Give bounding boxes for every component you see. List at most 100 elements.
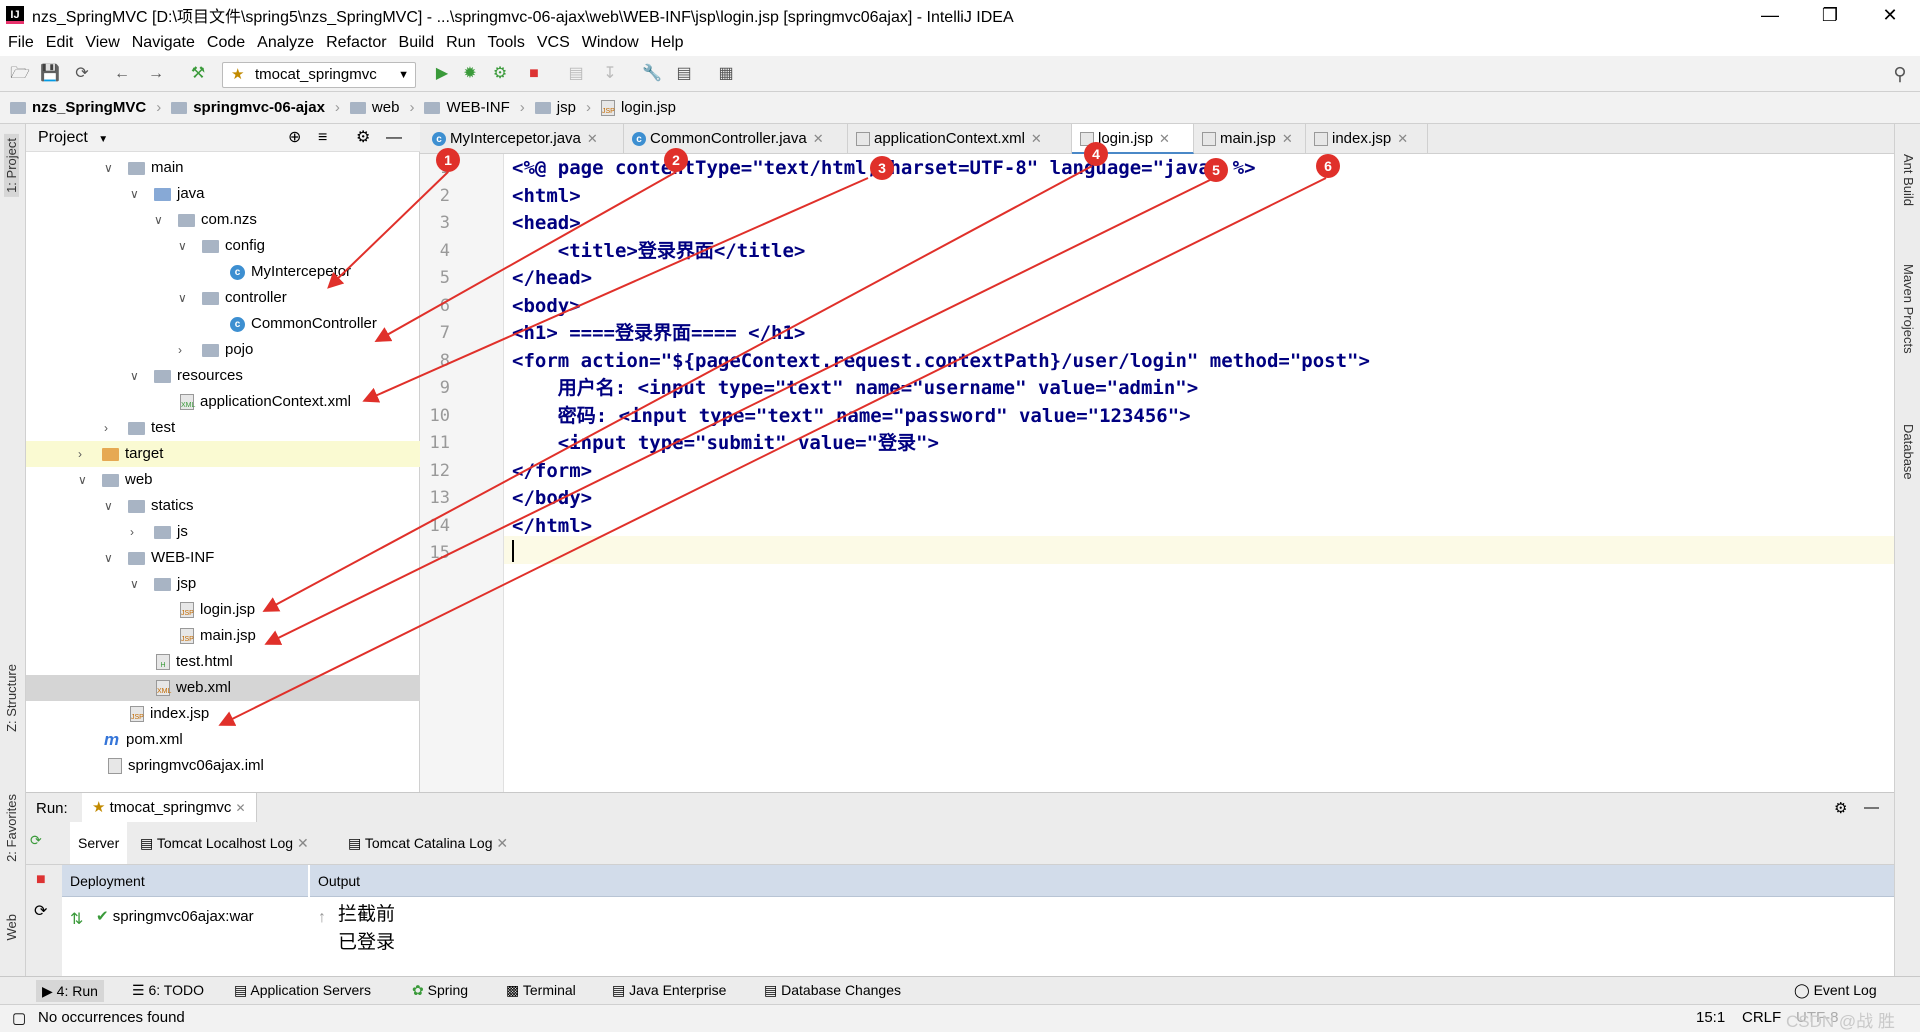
chevron-down-icon[interactable]: ▼ [98, 134, 108, 145]
back-icon[interactable]: ← [112, 64, 132, 84]
crumb-webinf[interactable]: WEB-INF › [424, 99, 525, 116]
chevron-right-icon[interactable]: › [78, 441, 92, 467]
tree-item-statics[interactable]: ∨ statics [104, 493, 194, 519]
menu-view[interactable]: View [85, 34, 119, 52]
chevron-down-icon[interactable]: ∨ [130, 571, 144, 597]
chevron-down-icon[interactable]: ∨ [130, 181, 144, 207]
chevron-down-icon[interactable]: ∨ [78, 467, 92, 493]
run-config-select[interactable]: ★ tmocat_springmvc ▼ [222, 62, 416, 88]
tool-tab-favorites[interactable]: 2: Favorites [4, 794, 19, 862]
sdk-icon[interactable]: ▦ [716, 64, 736, 84]
close-tab-icon[interactable]: ✕ [496, 835, 508, 851]
tab-index-jsp[interactable]: index.jsp ✕ [1306, 124, 1428, 154]
deployment-item[interactable]: ✔ springmvc06ajax:war [96, 907, 254, 925]
chevron-right-icon[interactable]: › [104, 415, 118, 441]
crumb-module[interactable]: springmvc-06-ajax › [171, 99, 340, 116]
cursor-position[interactable]: 15:1 [1696, 1009, 1725, 1026]
tree-item-applicationcontext[interactable]: XML applicationContext.xml [180, 389, 351, 415]
chevron-down-icon[interactable]: ∨ [178, 285, 192, 311]
tree-item-web-xml[interactable]: XML web.xml [26, 675, 420, 701]
close-tab-icon[interactable]: ✕ [297, 835, 309, 851]
chevron-right-icon[interactable]: › [130, 519, 144, 545]
tree-item-target[interactable]: › target [26, 441, 420, 467]
stop-icon[interactable]: ■ [524, 64, 544, 84]
line-separator[interactable]: CRLF [1742, 1009, 1781, 1026]
crumb-web[interactable]: web › [349, 99, 414, 116]
tree-item-com-nzs[interactable]: ∨ com.nzs [154, 207, 257, 233]
tool-tab-java-enterprise[interactable]: ▤ Java Enterprise [612, 982, 726, 999]
close-tab-icon[interactable]: ✕ [1282, 131, 1293, 146]
run-icon[interactable]: ▶ [432, 64, 452, 84]
tool-tab-app-servers[interactable]: ▤ Application Servers [234, 982, 371, 999]
menu-analyze[interactable]: Analyze [257, 34, 314, 52]
tree-item-pom[interactable]: m pom.xml [104, 727, 183, 753]
stop-icon[interactable]: ■ [36, 871, 46, 889]
collapse-all-icon[interactable]: ≡ [318, 124, 327, 152]
tree-item-jsp[interactable]: ∨ jsp [130, 571, 196, 597]
chevron-down-icon[interactable]: ∨ [154, 207, 168, 233]
forward-icon[interactable]: → [146, 64, 166, 84]
tree-item-index-jsp[interactable]: JSP index.jsp [130, 701, 209, 727]
close-tab-icon[interactable]: ✕ [587, 131, 598, 146]
scroll-up-icon[interactable]: ↑ [318, 909, 326, 927]
build-hammer-icon[interactable]: ⚒ [188, 64, 208, 84]
tree-item-login-jsp[interactable]: JSP login.jsp [180, 597, 255, 623]
menu-code[interactable]: Code [207, 34, 245, 52]
panel-toggle-icon[interactable]: ▢ [12, 1009, 26, 1027]
refresh-icon[interactable]: ⟳ [34, 901, 47, 921]
menu-navigate[interactable]: Navigate [132, 34, 195, 52]
tree-item-commoncontroller[interactable]: c CommonController [230, 311, 377, 337]
gear-icon[interactable]: ⚙ [356, 124, 370, 152]
minimize-button[interactable]: — [1740, 0, 1800, 30]
menu-edit[interactable]: Edit [46, 34, 74, 52]
close-tab-icon[interactable]: ✕ [236, 801, 246, 815]
menu-tools[interactable]: Tools [487, 34, 524, 52]
chevron-right-icon[interactable]: › [178, 337, 192, 363]
settings-wrench-icon[interactable]: 🔧 [642, 64, 662, 84]
menu-file[interactable]: File [8, 34, 34, 52]
crumb-file[interactable]: JSP login.jsp [600, 99, 676, 116]
tab-tomcat-catalina-log[interactable]: ▤ Tomcat Catalina Log ✕ [340, 822, 516, 864]
tab-commoncontroller[interactable]: c CommonController.java ✕ [624, 124, 848, 154]
sync-icon[interactable]: ⟳ [72, 64, 92, 84]
menu-window[interactable]: Window [582, 34, 639, 52]
menu-run[interactable]: Run [446, 34, 475, 52]
tab-applicationcontext[interactable]: applicationContext.xml ✕ [848, 124, 1072, 154]
tree-item-pojo[interactable]: › pojo [178, 337, 253, 363]
debug-icon[interactable]: ✹ [460, 64, 480, 84]
tool-tab-structure[interactable]: Z: Structure [4, 664, 19, 732]
menu-help[interactable]: Help [651, 34, 684, 52]
tool-tab-project[interactable]: 1: Project [4, 134, 19, 197]
tool-tab-ant-build[interactable]: Ant Build [1901, 154, 1916, 206]
chevron-down-icon[interactable]: ∨ [104, 493, 118, 519]
tool-tab-database-changes[interactable]: ▤ Database Changes [764, 982, 901, 999]
tab-server[interactable]: Server [70, 822, 128, 864]
close-tab-icon[interactable]: ✕ [1397, 131, 1408, 146]
tab-main-jsp[interactable]: main.jsp ✕ [1194, 124, 1306, 154]
close-window-button[interactable]: ✕ [1860, 0, 1920, 30]
open-folder-icon[interactable]: 🗁 [10, 64, 30, 84]
tool-tab-database[interactable]: Database [1901, 424, 1916, 480]
chevron-down-icon[interactable]: ∨ [104, 155, 118, 181]
close-tab-icon[interactable]: ✕ [1031, 131, 1042, 146]
chevron-down-icon[interactable]: ∨ [104, 545, 118, 571]
hide-panel-icon[interactable]: — [1864, 799, 1879, 816]
save-icon[interactable]: 💾 [40, 64, 60, 84]
menu-build[interactable]: Build [399, 34, 435, 52]
search-everywhere-icon[interactable]: ⚲ [1890, 64, 1910, 84]
event-log-button[interactable]: ◯ Event Log [1794, 982, 1877, 999]
crumb-project[interactable]: nzs_SpringMVC › [10, 99, 161, 116]
rerun-icon[interactable]: ⟳ [30, 832, 42, 849]
tool-tab-run[interactable]: ▶ 4: Run [36, 980, 104, 1002]
chevron-down-icon[interactable]: ∨ [130, 363, 144, 389]
tool-tab-web[interactable]: Web [4, 914, 19, 941]
tree-item-test[interactable]: › test [104, 415, 175, 441]
tree-item-resources[interactable]: ∨ resources [130, 363, 243, 389]
vcs-update-icon[interactable]: ▤ [566, 64, 586, 84]
gear-icon[interactable]: ⚙ [1834, 799, 1847, 817]
maximize-button[interactable]: ❐ [1800, 0, 1860, 30]
project-view-select[interactable]: Project [38, 129, 88, 146]
tree-item-main[interactable]: ∨ main [104, 155, 184, 181]
tree-item-web[interactable]: ∨ web [78, 467, 153, 493]
tool-tab-maven[interactable]: Maven Projects [1901, 264, 1916, 354]
